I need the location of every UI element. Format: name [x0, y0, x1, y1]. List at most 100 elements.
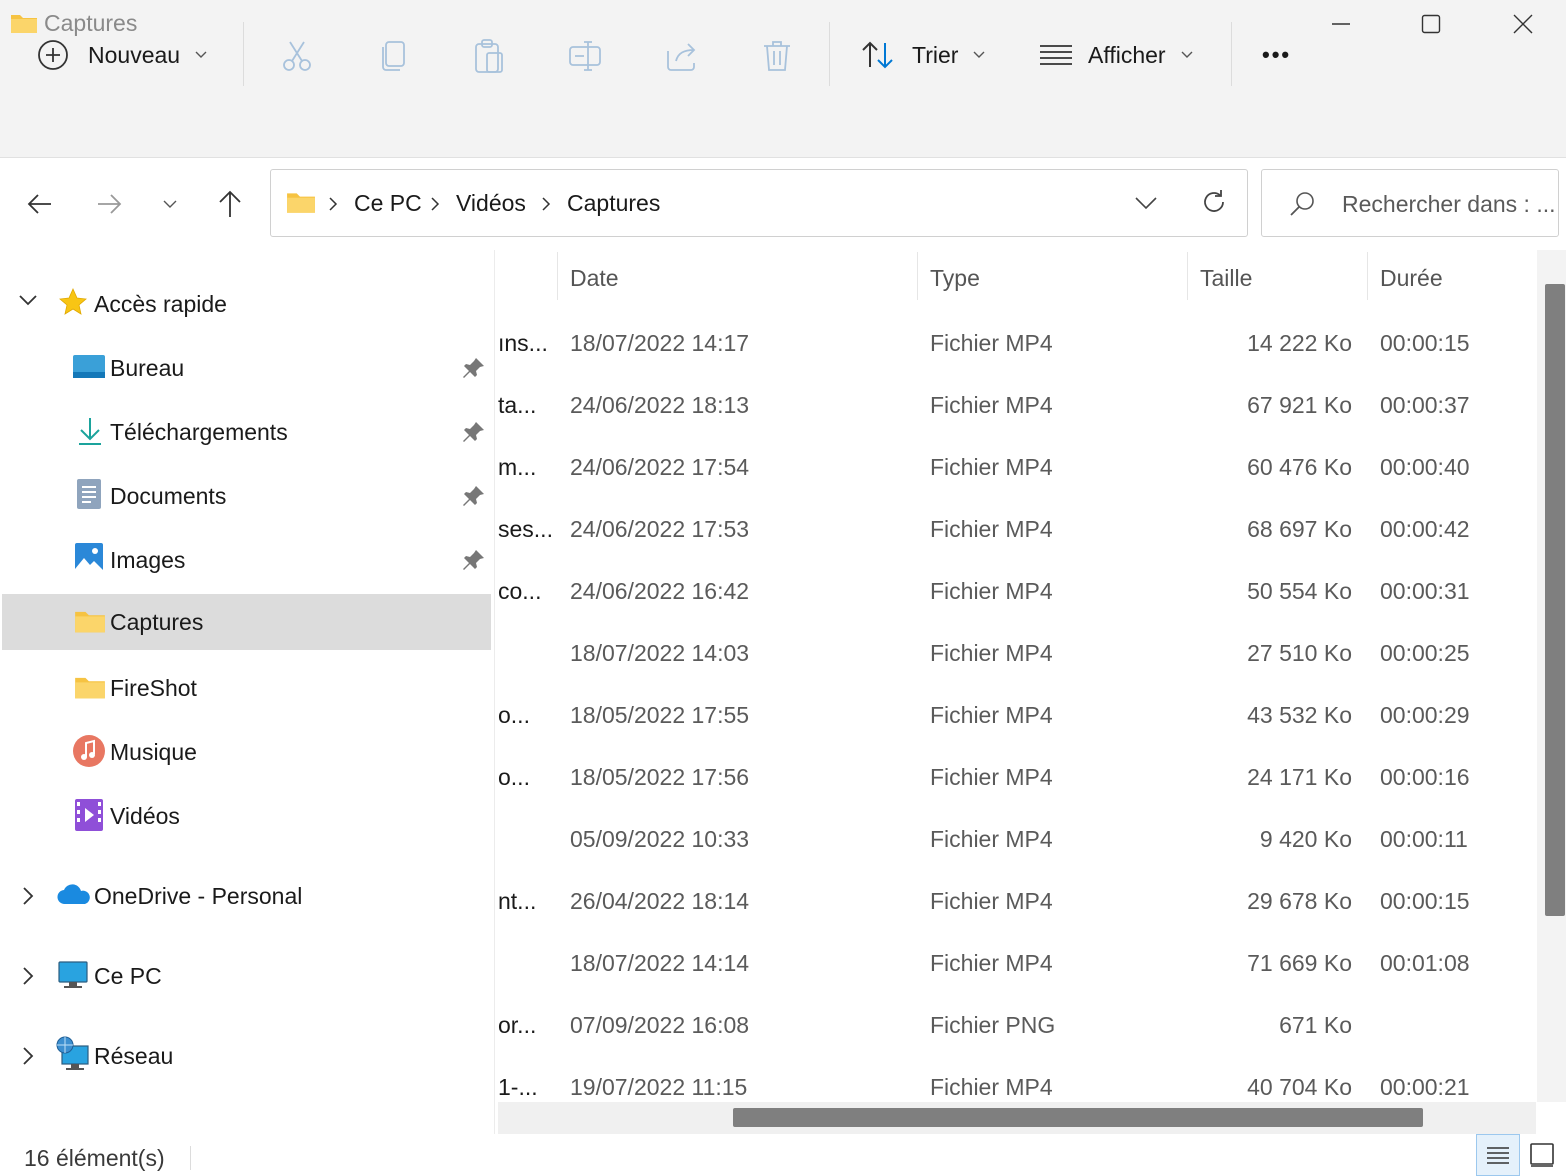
pin-icon[interactable]	[462, 356, 486, 380]
chevron-down-icon[interactable]	[18, 294, 38, 308]
folder-icon	[75, 611, 105, 633]
column-divider[interactable]	[557, 252, 558, 300]
details-view-icon	[1487, 1147, 1509, 1164]
share-icon	[667, 43, 696, 71]
breadcrumb-videos[interactable]: Vidéos	[456, 190, 526, 217]
file-duration-cell: 00:00:16	[1380, 764, 1470, 790]
nav-this-pc-label: Ce PC	[94, 963, 162, 989]
back-button[interactable]	[20, 182, 60, 226]
chevron-right-icon[interactable]	[541, 196, 551, 217]
arrow-right-icon	[98, 194, 122, 214]
nav-quick-access-label: Accès rapide	[94, 291, 227, 317]
column-divider[interactable]	[1187, 252, 1188, 300]
computer-icon	[58, 961, 88, 988]
tiles-view-button[interactable]	[1520, 1134, 1564, 1176]
share-button[interactable]	[659, 34, 703, 78]
toolbar-divider	[829, 22, 830, 86]
file-size-cell: 671 Ko	[1279, 1012, 1352, 1038]
search-input[interactable]: Rechercher dans : ...	[1342, 191, 1556, 218]
file-date-cell: 18/07/2022 14:14	[570, 950, 750, 976]
column-divider[interactable]	[1367, 252, 1368, 300]
vertical-scroll-thumb[interactable]	[1545, 284, 1565, 916]
nav-onedrive[interactable]: OneDrive - Personal	[0, 868, 492, 924]
sidebar-item-label: Captures	[110, 609, 204, 635]
horizontal-scroll-thumb[interactable]	[733, 1108, 1423, 1127]
sidebar-item-label: Documents	[110, 483, 227, 509]
chevron-right-icon[interactable]	[22, 966, 34, 986]
sidebar-item-images[interactable]: Images	[0, 532, 492, 588]
details-view-button[interactable]	[1476, 1134, 1520, 1176]
file-type-cell: Fichier MP4	[930, 330, 1053, 356]
file-date-cell: 19/07/2022 11:15	[570, 1074, 748, 1100]
folder-icon	[10, 12, 38, 34]
cut-button[interactable]	[275, 34, 319, 78]
chevron-right-icon[interactable]	[22, 1046, 34, 1066]
copy-button[interactable]	[371, 34, 415, 78]
paste-button[interactable]	[467, 34, 511, 78]
sidebar-item-videos[interactable]: Vidéos	[0, 788, 492, 844]
up-button[interactable]	[210, 182, 250, 226]
file-size-cell: 50 554 Ko	[1247, 578, 1352, 604]
chevron-right-icon[interactable]	[430, 196, 440, 217]
item-count: 16 élément(s)	[24, 1145, 165, 1171]
column-header-type[interactable]: Type	[930, 265, 980, 292]
chevron-right-icon[interactable]	[22, 886, 34, 906]
view-button[interactable]: Afficher	[1038, 30, 1194, 80]
pin-icon[interactable]	[462, 548, 486, 572]
file-size-cell: 29 678 Ko	[1247, 888, 1352, 914]
file-date-cell: 24/06/2022 18:13	[570, 392, 750, 418]
file-type-cell: Fichier PNG	[930, 1012, 1056, 1038]
column-header-size[interactable]: Taille	[1200, 265, 1252, 292]
more-options-button[interactable]: •••	[1262, 30, 1291, 80]
download-icon	[79, 418, 101, 445]
file-size-cell: 43 532 Ko	[1247, 702, 1352, 728]
sidebar-item-bureau[interactable]: Bureau	[0, 340, 492, 396]
new-label: Nouveau	[88, 41, 181, 68]
copy-icon	[382, 41, 405, 71]
file-duration-cell: 00:00:15	[1380, 330, 1470, 356]
nav-quick-access[interactable]: Accès rapide	[0, 276, 492, 332]
column-header-date[interactable]: Date	[570, 265, 619, 292]
file-duration-cell: 00:00:11	[1380, 826, 1468, 852]
new-button[interactable]: Nouveau	[36, 30, 208, 80]
file-size-cell: 9 420 Ko	[1259, 826, 1352, 852]
file-duration-cell: 00:00:37	[1380, 392, 1470, 418]
pin-icon[interactable]	[462, 420, 486, 444]
sidebar-item-documents[interactable]: Documents	[0, 468, 492, 524]
videos-icon	[75, 799, 103, 831]
address-history-button[interactable]	[1134, 195, 1158, 216]
sidebar-item-musique[interactable]: Musique	[0, 724, 492, 780]
cut-icon	[283, 41, 311, 71]
sort-button[interactable]: Trier	[860, 30, 986, 80]
sidebar-item-telechargements[interactable]: Téléchargements	[0, 404, 492, 460]
rename-button[interactable]	[563, 34, 607, 78]
file-date-cell: 24/06/2022 17:53	[570, 516, 750, 542]
file-duration-cell: 00:00:40	[1380, 454, 1470, 480]
sidebar-item-captures[interactable]: Captures	[2, 594, 491, 650]
network-icon	[56, 1036, 89, 1070]
file-type-cell: Fichier MP4	[930, 1074, 1053, 1100]
maximize-button[interactable]	[1386, 4, 1476, 44]
nav-this-pc[interactable]: Ce PC	[0, 948, 492, 1004]
view-label: Afficher	[1088, 41, 1166, 68]
recent-locations-button[interactable]	[150, 182, 190, 226]
close-button[interactable]	[1478, 4, 1566, 44]
file-duration-cell: 00:00:42	[1380, 516, 1470, 542]
sidebar-item-label: FireShot	[110, 675, 197, 701]
breadcrumb-this-pc[interactable]: Ce PC	[354, 190, 422, 217]
file-duration-cell: 00:00:29	[1380, 702, 1470, 728]
column-divider[interactable]	[917, 252, 918, 300]
chevron-down-icon	[973, 51, 985, 58]
pin-icon[interactable]	[462, 484, 486, 508]
sidebar-item-fireshot[interactable]: FireShot	[0, 660, 492, 716]
refresh-button[interactable]	[1200, 188, 1228, 221]
forward-button[interactable]	[89, 182, 129, 226]
breadcrumb-captures[interactable]: Captures	[567, 190, 660, 217]
column-header-duration[interactable]: Durée	[1380, 265, 1443, 292]
file-size-cell: 14 222 Ko	[1247, 330, 1352, 356]
sidebar-item-label: Musique	[110, 739, 197, 765]
minimize-button[interactable]	[1296, 4, 1386, 44]
file-type-cell: Fichier MP4	[930, 950, 1053, 976]
nav-network[interactable]: Réseau	[0, 1028, 492, 1084]
delete-button[interactable]	[755, 34, 799, 78]
